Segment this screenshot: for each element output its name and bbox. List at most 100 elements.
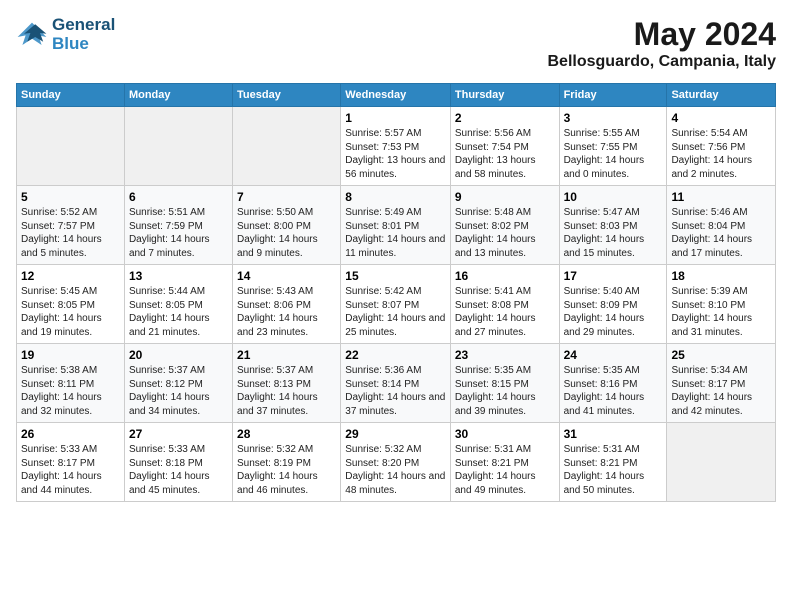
day-number: 11 [671,190,771,204]
day-number: 16 [455,269,555,283]
calendar-cell: 24 Sunrise: 5:35 AMSunset: 8:16 PMDayligh… [559,344,667,423]
daylight-text: Daylight: 14 hours and 27 minutes. [455,313,536,338]
day-info: Sunrise: 5:56 AMSunset: 7:54 PMDaylight:… [455,127,555,181]
day-info: Sunrise: 5:31 AM Sunset: 8:21 PM Daylight:… [564,443,663,497]
daylight-text: Daylight: 14 hours and 48 minutes. [345,471,445,496]
title-block: May 2024 Bellosguardo, Campania, Italy [548,16,777,71]
sunrise-text: Sunrise: 5:40 AM [564,286,640,297]
day-info: Sunrise: 5:54 AMSunset: 7:56 PMDaylight:… [671,127,771,181]
daylight-text: Daylight: 14 hours and 39 minutes. [455,392,536,417]
sunset-text: Sunset: 8:19 PM [237,458,311,469]
sunrise-text: Sunrise: 5:55 AM [564,128,640,139]
sunrise-text: Sunrise: 5:48 AM [455,207,531,218]
day-number: 12 [21,269,120,283]
calendar-cell: 19Sunrise: 5:38 AMSunset: 8:11 PMDayligh… [17,344,125,423]
calendar-cell: 16 Sunrise: 5:41 AM Sunset: 8:08 PM Dayligh… [450,265,559,344]
sunset-text: Sunset: 7:54 PM [455,142,529,153]
calendar-cell: 8Sunrise: 5:49 AMSunset: 8:01 PMDaylight… [341,186,451,265]
sunrise-text: Sunrise: 5:52 AM [21,207,97,218]
calendar-cell: 15Sunrise: 5:42 AMSunset: 8:07 PMDayligh… [341,265,451,344]
day-number: 5 [21,190,120,204]
sunset-text: Sunset: 8:15 PM [455,379,529,390]
day-number: 27 [129,427,228,441]
page-header: General Blue May 2024 Bellosguardo, Camp… [16,16,776,71]
sunrise-text: Sunrise: 5:39 AM [671,286,747,297]
daylight-text: Daylight: 14 hours and 9 minutes. [237,234,318,259]
day-info: Sunrise: 5:44 AMSunset: 8:05 PMDaylight:… [129,285,228,339]
sunrise-text: Sunrise: 5:47 AM [564,207,640,218]
daylight-text: Daylight: 14 hours and 23 minutes. [237,313,318,338]
calendar-cell: 31Sunrise: 5:31 AMSunset: 8:21 PMDayligh… [559,423,667,502]
sunrise-text: Sunrise: 5:51 AM [129,207,205,218]
day-number: 25 [671,348,771,362]
daylight-text: Daylight: 14 hours and 46 minutes. [237,471,318,496]
sunset-text: Sunset: 8:00 PM [237,221,311,232]
sunset-text: Sunset: 8:09 PM [564,300,638,311]
sunset-text: Sunset: 8:10 PM [671,300,745,311]
sunset-text: Sunset: 8:08 PM [455,300,529,311]
day-number: 4 [671,111,771,125]
daylight-text: Daylight: 14 hours and 45 minutes. [129,471,210,496]
sunrise-text: Sunrise: 5:42 AM [345,286,421,297]
calendar-cell [233,107,341,186]
daylight-text: Daylight: 14 hours and 15 minutes. [564,234,645,259]
calendar-cell: 23Sunrise: 5:35 AMSunset: 8:15 PMDayligh… [450,344,559,423]
sunset-text: Sunset: 7:55 PM [564,142,638,153]
day-info: Sunrise: 5:35 AMSunset: 8:16 PMDaylight:… [564,364,663,418]
week-row-1: 1Sunrise: 5:57 AMSunset: 7:53 PMDaylight… [17,107,776,186]
location-title: Bellosguardo, Campania, Italy [548,53,777,71]
day-number: 29 [345,427,446,441]
calendar-cell: 25Sunrise: 5:34 AMSunset: 8:17 PMDayligh… [667,344,776,423]
sunset-text: Sunset: 8:11 PM [21,379,94,390]
day-info: Sunrise: 5:50 AMSunset: 8:00 PMDaylight:… [237,206,336,260]
day-number: 13 [129,269,228,283]
day-info: Sunrise: 5:37 AMSunset: 8:12 PMDaylight:… [129,364,228,418]
sunset-text: Sunset: 8:21 PM [564,458,638,469]
sunrise-text: Sunrise: 5:33 AM [21,444,97,455]
sunset-text: Sunset: 7:53 PM [345,142,419,153]
daylight-text: Daylight: 14 hours and 32 minutes. [21,392,102,417]
day-info: Sunrise: 5:31 AMSunset: 8:21 PMDaylight:… [455,443,555,497]
calendar-cell: 3Sunrise: 5:55 AMSunset: 7:55 PMDaylight… [559,107,667,186]
day-number: 18 [671,269,771,283]
sunset-text: Sunset: 7:57 PM [21,221,95,232]
day-info: Sunrise: 5:49 AMSunset: 8:01 PMDaylight:… [345,206,446,260]
daylight-text: Daylight: 14 hours and 50 minutes. [564,471,645,496]
day-info: Sunrise: 5:32 AMSunset: 8:20 PMDaylight:… [345,443,446,497]
sunrise-text: Sunrise: 5:32 AM [237,444,313,455]
day-info: Sunrise: 5:45 AMSunset: 8:05 PMDaylight:… [21,285,120,339]
day-info: Sunrise: 5:33 AMSunset: 8:18 PMDaylight:… [129,443,228,497]
calendar-cell: 7Sunrise: 5:50 AMSunset: 8:00 PMDaylight… [233,186,341,265]
sunrise-text: Sunrise: 5:46 AM [671,207,747,218]
col-header-wednesday: Wednesday [341,84,451,107]
sunrise-text: Sunrise: 5:36 AM [345,365,421,376]
calendar-cell [17,107,125,186]
daylight-text: Daylight: 14 hours and 2 minutes. [671,155,752,180]
calendar-cell: 13 Sunrise: 5:44 AMSunset: 8:05 PMDayligh… [124,265,232,344]
month-title: May 2024 [548,16,777,53]
day-number: 1 [345,111,446,125]
sunrise-text: Sunrise: 5:32 AM [345,444,421,455]
week-row-3: 12 Sunrise: 5:45 AMSunset: 8:05 PMDayligh… [17,265,776,344]
col-header-sunday: Sunday [17,84,125,107]
day-number: 28 [237,427,336,441]
logo-icon [16,21,48,49]
calendar-cell: 27 Sunrise: 5:33 AMSunset: 8:18 PMDayligh… [124,423,232,502]
calendar-cell: 26Sunrise: 5:33 AMSunset: 8:17 PMDayligh… [17,423,125,502]
sunset-text: Sunset: 8:05 PM [21,300,95,311]
sunrise-text: Sunrise: 5:41 AM [455,286,531,297]
calendar-table: SundayMondayTuesdayWednesdayThursdayFrid… [16,83,776,502]
sunrise-text: Sunrise: 5:31 AM [564,444,640,455]
col-header-thursday: Thursday [450,84,559,107]
sunset-text: Sunset: 8:07 PM [345,300,419,311]
daylight-text: Daylight: 14 hours and 29 minutes. [564,313,645,338]
daylight-text: Daylight: 14 hours and 41 minutes. [564,392,645,417]
daylight-text: Daylight: 13 hours and 58 minutes. [455,155,536,180]
calendar-cell [124,107,232,186]
sunrise-text: Sunrise: 5:37 AM [129,365,205,376]
day-number: 24 [564,348,663,362]
sunset-text: Sunset: 8:06 PM [237,300,311,311]
calendar-cell [667,423,776,502]
daylight-text: Daylight: 14 hours and 7 minutes. [129,234,210,259]
day-number: 19 [21,348,120,362]
